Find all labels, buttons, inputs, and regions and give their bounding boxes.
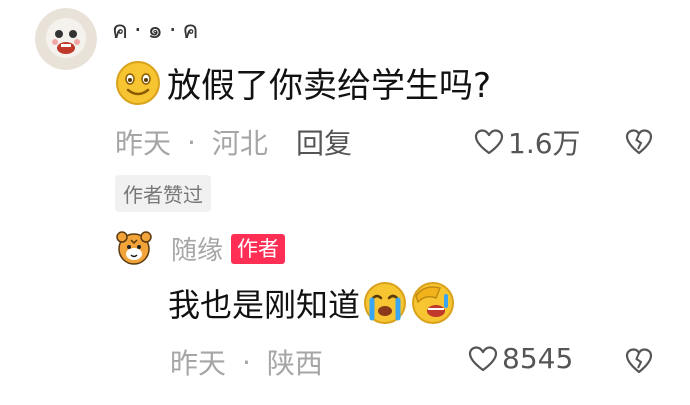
username[interactable]: ค·๑·ค: [112, 10, 205, 49]
like-button[interactable]: 1.6万: [474, 122, 581, 162]
author-liked-badge: 作者赞过: [115, 175, 211, 212]
reply-time: 昨天: [170, 347, 227, 380]
comment-location: 河北: [211, 127, 268, 160]
crying-face-icon: [364, 282, 407, 324]
reply-username[interactable]: 随缘: [171, 230, 223, 267]
reply-location: 陕西: [266, 347, 323, 380]
reply-text: 我也是刚知道: [168, 286, 361, 324]
dislike-button[interactable]: [624, 127, 654, 157]
comment-meta: 昨天 · 河北 回复: [115, 122, 352, 162]
reply-dislike-button[interactable]: [624, 346, 654, 376]
comment-text: 放假了你卖给学生吗?: [167, 66, 492, 106]
reply-like-button[interactable]: 8545: [468, 342, 573, 375]
broken-heart-icon: [625, 348, 653, 374]
broken-heart-icon: [625, 129, 653, 155]
author-badge: 作者: [231, 233, 286, 264]
heart-icon: [468, 345, 498, 371]
comment-time: 昨天: [115, 127, 172, 160]
heart-icon: [474, 129, 504, 155]
reply-username-row: 随缘 作者: [171, 230, 286, 267]
avatar-image: [35, 8, 97, 70]
reply-meta: 昨天 · 陕西: [170, 342, 323, 382]
avatar[interactable]: [35, 8, 97, 70]
reply-like-count: 8545: [502, 342, 574, 375]
comment-text-row: 放假了你卖给学生吗?: [115, 58, 491, 107]
tiger-avatar-image: [112, 226, 156, 270]
separator-dot: ·: [187, 125, 196, 159]
face-palm-icon: [412, 282, 455, 324]
reply-text-row: 我也是刚知道: [168, 280, 456, 326]
reply-avatar[interactable]: [112, 226, 156, 270]
smiling-face-icon: [116, 60, 160, 105]
reply-button[interactable]: 回复: [296, 122, 352, 162]
like-count: 1.6万: [508, 127, 581, 160]
separator-dot: ·: [242, 345, 251, 379]
